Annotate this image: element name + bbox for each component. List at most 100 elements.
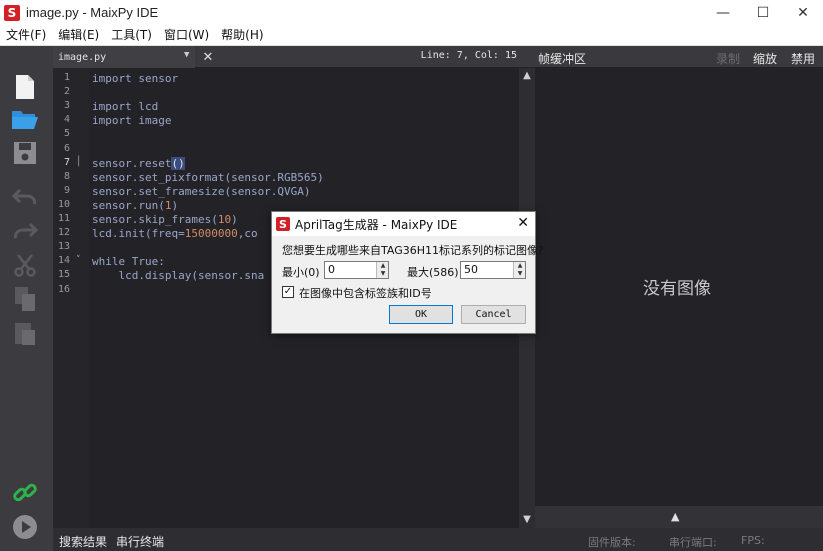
menu-help[interactable]: 帮助(H) [215,25,269,46]
line-number: 7 [63,156,70,168]
cut-button[interactable] [8,250,42,280]
min-spin-arrows[interactable]: ▲ ▼ [376,262,388,278]
redo-icon [14,222,38,239]
menu-bar: 文件(F) 编辑(E) 工具(T) 窗口(W) 帮助(H) [0,25,823,46]
search-results-tab[interactable]: 搜索结果 [59,533,107,550]
copy-button[interactable] [8,284,42,314]
open-folder-icon [12,111,38,129]
open-file-button[interactable] [8,104,42,134]
framebuffer-footer: ▲ [535,506,823,528]
expand-panel-icon[interactable]: ▲ [671,510,679,523]
zoom-button[interactable]: 缩放 [753,50,777,67]
spin-up-icon[interactable]: ▲ [378,262,388,270]
dialog-logo-icon: S [276,217,290,231]
title-bar: S image.py - MaixPy IDE — ☐ ✕ [0,0,823,25]
serial-port-label: 串行端口: [669,536,717,549]
connect-button[interactable] [8,478,42,508]
code-line[interactable]: import image [92,114,171,127]
code-line[interactable]: lcd.display(sensor.sna [92,269,264,282]
line-number: 16 [57,283,70,295]
run-button[interactable] [8,512,42,542]
framebuffer-title: 帧缓冲区 [538,52,587,66]
cut-icon [14,254,36,277]
save-icon [14,142,36,164]
menu-tools[interactable]: 工具(T) [105,25,158,46]
menu-window[interactable]: 窗口(W) [158,25,215,46]
close-tab-icon[interactable]: ✕ [198,46,218,68]
line-number: 12 [57,227,70,239]
spin-down-icon[interactable]: ▼ [515,270,525,278]
include-family-id-checkbox[interactable]: ✓ [282,286,294,298]
code-line[interactable]: import sensor [92,72,178,85]
min-label: 最小(0) [282,266,320,279]
cancel-button[interactable]: Cancel [461,305,526,324]
scroll-down-icon[interactable]: ▼ [519,512,535,528]
scroll-up-icon[interactable]: ▲ [519,68,535,84]
disable-button[interactable]: 禁用 [791,50,815,67]
max-spinbox[interactable]: 50 ▲ ▼ [460,261,526,279]
paste-button[interactable] [8,318,42,348]
max-label: 最大(586) [407,266,459,279]
code-line[interactable]: while True: [92,255,165,268]
dialog-title: AprilTag生成器 - MaixPy IDE [295,217,458,232]
code-line[interactable]: sensor.reset() [92,156,185,170]
redo-button[interactable] [8,216,42,246]
no-image-placeholder: 没有图像 [643,279,711,299]
new-file-icon [16,75,34,99]
firmware-version-label: 固件版本: [588,536,636,549]
dialog-close-icon[interactable]: ✕ [517,215,529,231]
line-number: 15 [57,269,70,281]
line-number: 6 [63,142,70,154]
menu-file[interactable]: 文件(F) [0,25,52,46]
ok-button[interactable]: OK [389,305,453,324]
max-spin-arrows[interactable]: ▲ ▼ [513,262,525,278]
line-number-gutter: 1 2 3 4 5 6 7 │ 8 9 10 11 12 13 14 ˅ 15 16 [53,68,89,528]
undo-button[interactable] [8,182,42,212]
max-value: 50 [464,263,478,276]
maximize-button[interactable]: ☐ [743,0,783,25]
file-tab-image-py[interactable]: image.py ▼ [53,46,195,68]
maixpy-logo-icon: S [4,4,20,21]
undo-icon [12,188,36,205]
record-button[interactable]: 录制 [716,50,740,67]
fps-label: FPS: [741,534,765,547]
run-icon [13,515,37,539]
cursor-position: Line: 7, Col: 15 [420,50,517,61]
line-number: 5 [63,128,70,140]
spin-down-icon[interactable]: ▼ [378,270,388,278]
apriltag-generator-dialog: S AprilTag生成器 - MaixPy IDE ✕ 您想要生成哪些来自TA… [271,211,544,334]
min-spinbox[interactable]: 0 ▲ ▼ [324,261,389,279]
window-title: image.py - MaixPy IDE [26,5,159,20]
new-file-button[interactable] [8,72,42,102]
spin-up-icon[interactable]: ▲ [515,262,525,270]
copy-icon [15,287,35,311]
framebuffer-header: 帧缓冲区 录制 缩放 禁用 [535,46,823,68]
line-number: 10 [57,198,70,210]
line-number: 11 [57,213,70,224]
line-number: 8 [63,170,70,182]
save-button[interactable] [8,138,42,168]
window-controls: — ☐ ✕ [703,0,823,25]
close-button[interactable]: ✕ [783,0,823,25]
line-number: 1 [63,72,70,83]
line-number: 2 [63,86,70,98]
serial-terminal-tab[interactable]: 串行终端 [116,533,164,550]
file-tab-label: image.py [58,51,107,63]
code-line[interactable]: sensor.set_pixformat(sensor.RGB565) [92,171,324,184]
line-number: 14 [57,255,70,267]
line-number: 9 [63,184,70,196]
code-line[interactable]: lcd.init(freq=15000000,co [92,227,258,240]
code-line[interactable]: import lcd [92,100,158,113]
fold-marker-icon[interactable]: ˅ [76,255,81,265]
tab-dropdown-icon[interactable]: ▼ [184,50,189,60]
maixpy-ide-window: S image.py - MaixPy IDE — ☐ ✕ 文件(F) 编辑(E… [0,0,823,551]
editor-tab-bar: image.py ▼ ✕ Line: 7, Col: 15 [53,46,535,68]
code-line[interactable]: sensor.run(1) [92,199,178,212]
code-line[interactable]: sensor.set_framesize(sensor.QVGA) [92,185,311,198]
fold-marker-icon[interactable]: │ [76,157,81,167]
code-line[interactable]: sensor.skip_frames(10) [92,213,238,226]
include-family-id-label: 在图像中包含标签族和ID号 [299,287,432,300]
left-toolbar [0,46,53,551]
menu-edit[interactable]: 编辑(E) [52,25,105,46]
minimize-button[interactable]: — [703,0,743,25]
